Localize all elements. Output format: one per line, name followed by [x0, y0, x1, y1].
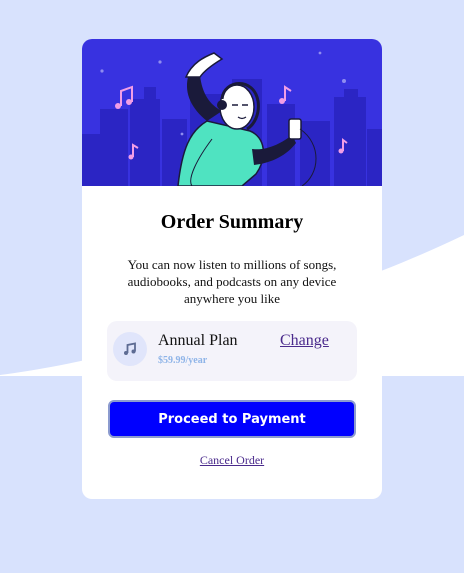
order-description: You can now listen to millions of songs,… — [127, 257, 337, 306]
plan-name: Annual Plan — [158, 332, 238, 349]
cancel-order-link[interactable]: Cancel Order — [82, 453, 382, 468]
page-title: Order Summary — [160, 211, 304, 233]
plan-price: $59.99/year — [158, 355, 208, 366]
order-summary-card: Order Summary You can now listen to mill… — [82, 39, 382, 499]
plan-summary: Annual Plan $59.99/year Change — [107, 321, 357, 381]
proceed-to-payment-button[interactable]: Proceed to Payment — [108, 400, 356, 438]
hero-illustration — [82, 39, 382, 186]
change-plan-link[interactable]: Change — [280, 332, 329, 350]
music-note-icon — [113, 332, 147, 366]
